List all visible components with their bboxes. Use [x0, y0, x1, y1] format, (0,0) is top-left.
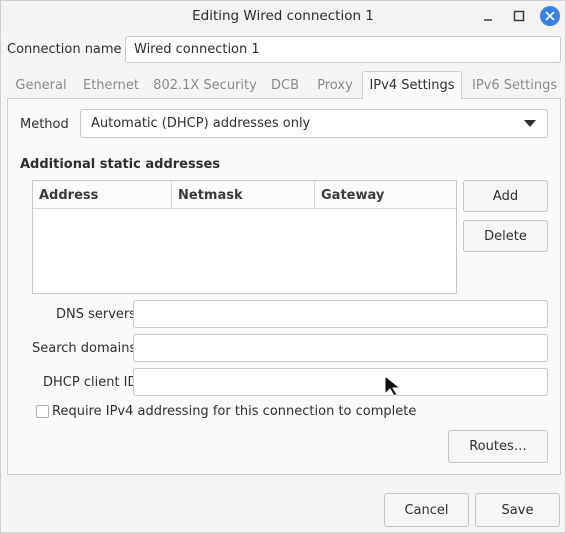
tab-proxy[interactable]: Proxy	[311, 72, 359, 98]
tab-ipv6-settings[interactable]: IPv6 Settings	[466, 72, 557, 98]
dropdown-arrow-icon	[524, 120, 536, 127]
tab-ipv4-settings[interactable]: IPv4 Settings	[362, 71, 462, 99]
static-addresses-table[interactable]: Address Netmask Gateway	[32, 180, 457, 294]
search-domains-field[interactable]	[133, 334, 548, 362]
method-select[interactable]: Automatic (DHCP) addresses only	[80, 109, 548, 138]
dhcp-client-id-label: DHCP client ID	[43, 375, 138, 390]
tab-802-1x-security[interactable]: 802.1X Security	[151, 72, 259, 98]
static-addresses-title: Additional static addresses	[20, 157, 221, 172]
tab-general[interactable]: General	[11, 72, 71, 98]
maximize-button[interactable]	[509, 6, 529, 26]
minimize-icon	[484, 19, 492, 21]
connection-name-label: Connection name	[7, 42, 122, 57]
table-header: Address Netmask Gateway	[33, 181, 456, 209]
save-button[interactable]: Save	[475, 493, 560, 527]
add-button[interactable]: Add	[463, 180, 548, 212]
require-ipv4-checkbox[interactable]	[36, 405, 49, 418]
dialog-window: Editing Wired connection 1 Connection na…	[0, 0, 566, 533]
column-gateway[interactable]: Gateway	[314, 181, 456, 209]
column-netmask[interactable]: Netmask	[171, 181, 315, 209]
connection-name-field[interactable]: Wired connection 1	[125, 36, 561, 63]
dns-servers-field[interactable]	[133, 300, 548, 328]
search-domains-label: Search domains	[32, 341, 137, 356]
minimize-button[interactable]	[478, 6, 498, 26]
dhcp-client-id-field[interactable]	[133, 368, 548, 396]
column-address[interactable]: Address	[33, 181, 171, 209]
maximize-icon	[513, 10, 525, 22]
method-select-value: Automatic (DHCP) addresses only	[91, 116, 311, 131]
close-icon	[545, 11, 555, 21]
cancel-button[interactable]: Cancel	[384, 493, 469, 527]
tab-dcb[interactable]: DCB	[265, 72, 305, 98]
routes-button[interactable]: Routes…	[448, 430, 548, 463]
dns-servers-label: DNS servers	[56, 307, 137, 322]
method-label: Method	[20, 117, 69, 132]
tab-ethernet[interactable]: Ethernet	[79, 72, 143, 98]
mouse-pointer-icon	[384, 375, 402, 397]
require-ipv4-label[interactable]: Require IPv4 addressing for this connect…	[52, 404, 416, 419]
close-button[interactable]	[540, 6, 560, 26]
title-bar: Editing Wired connection 1	[1, 1, 565, 32]
delete-button[interactable]: Delete	[463, 220, 548, 252]
